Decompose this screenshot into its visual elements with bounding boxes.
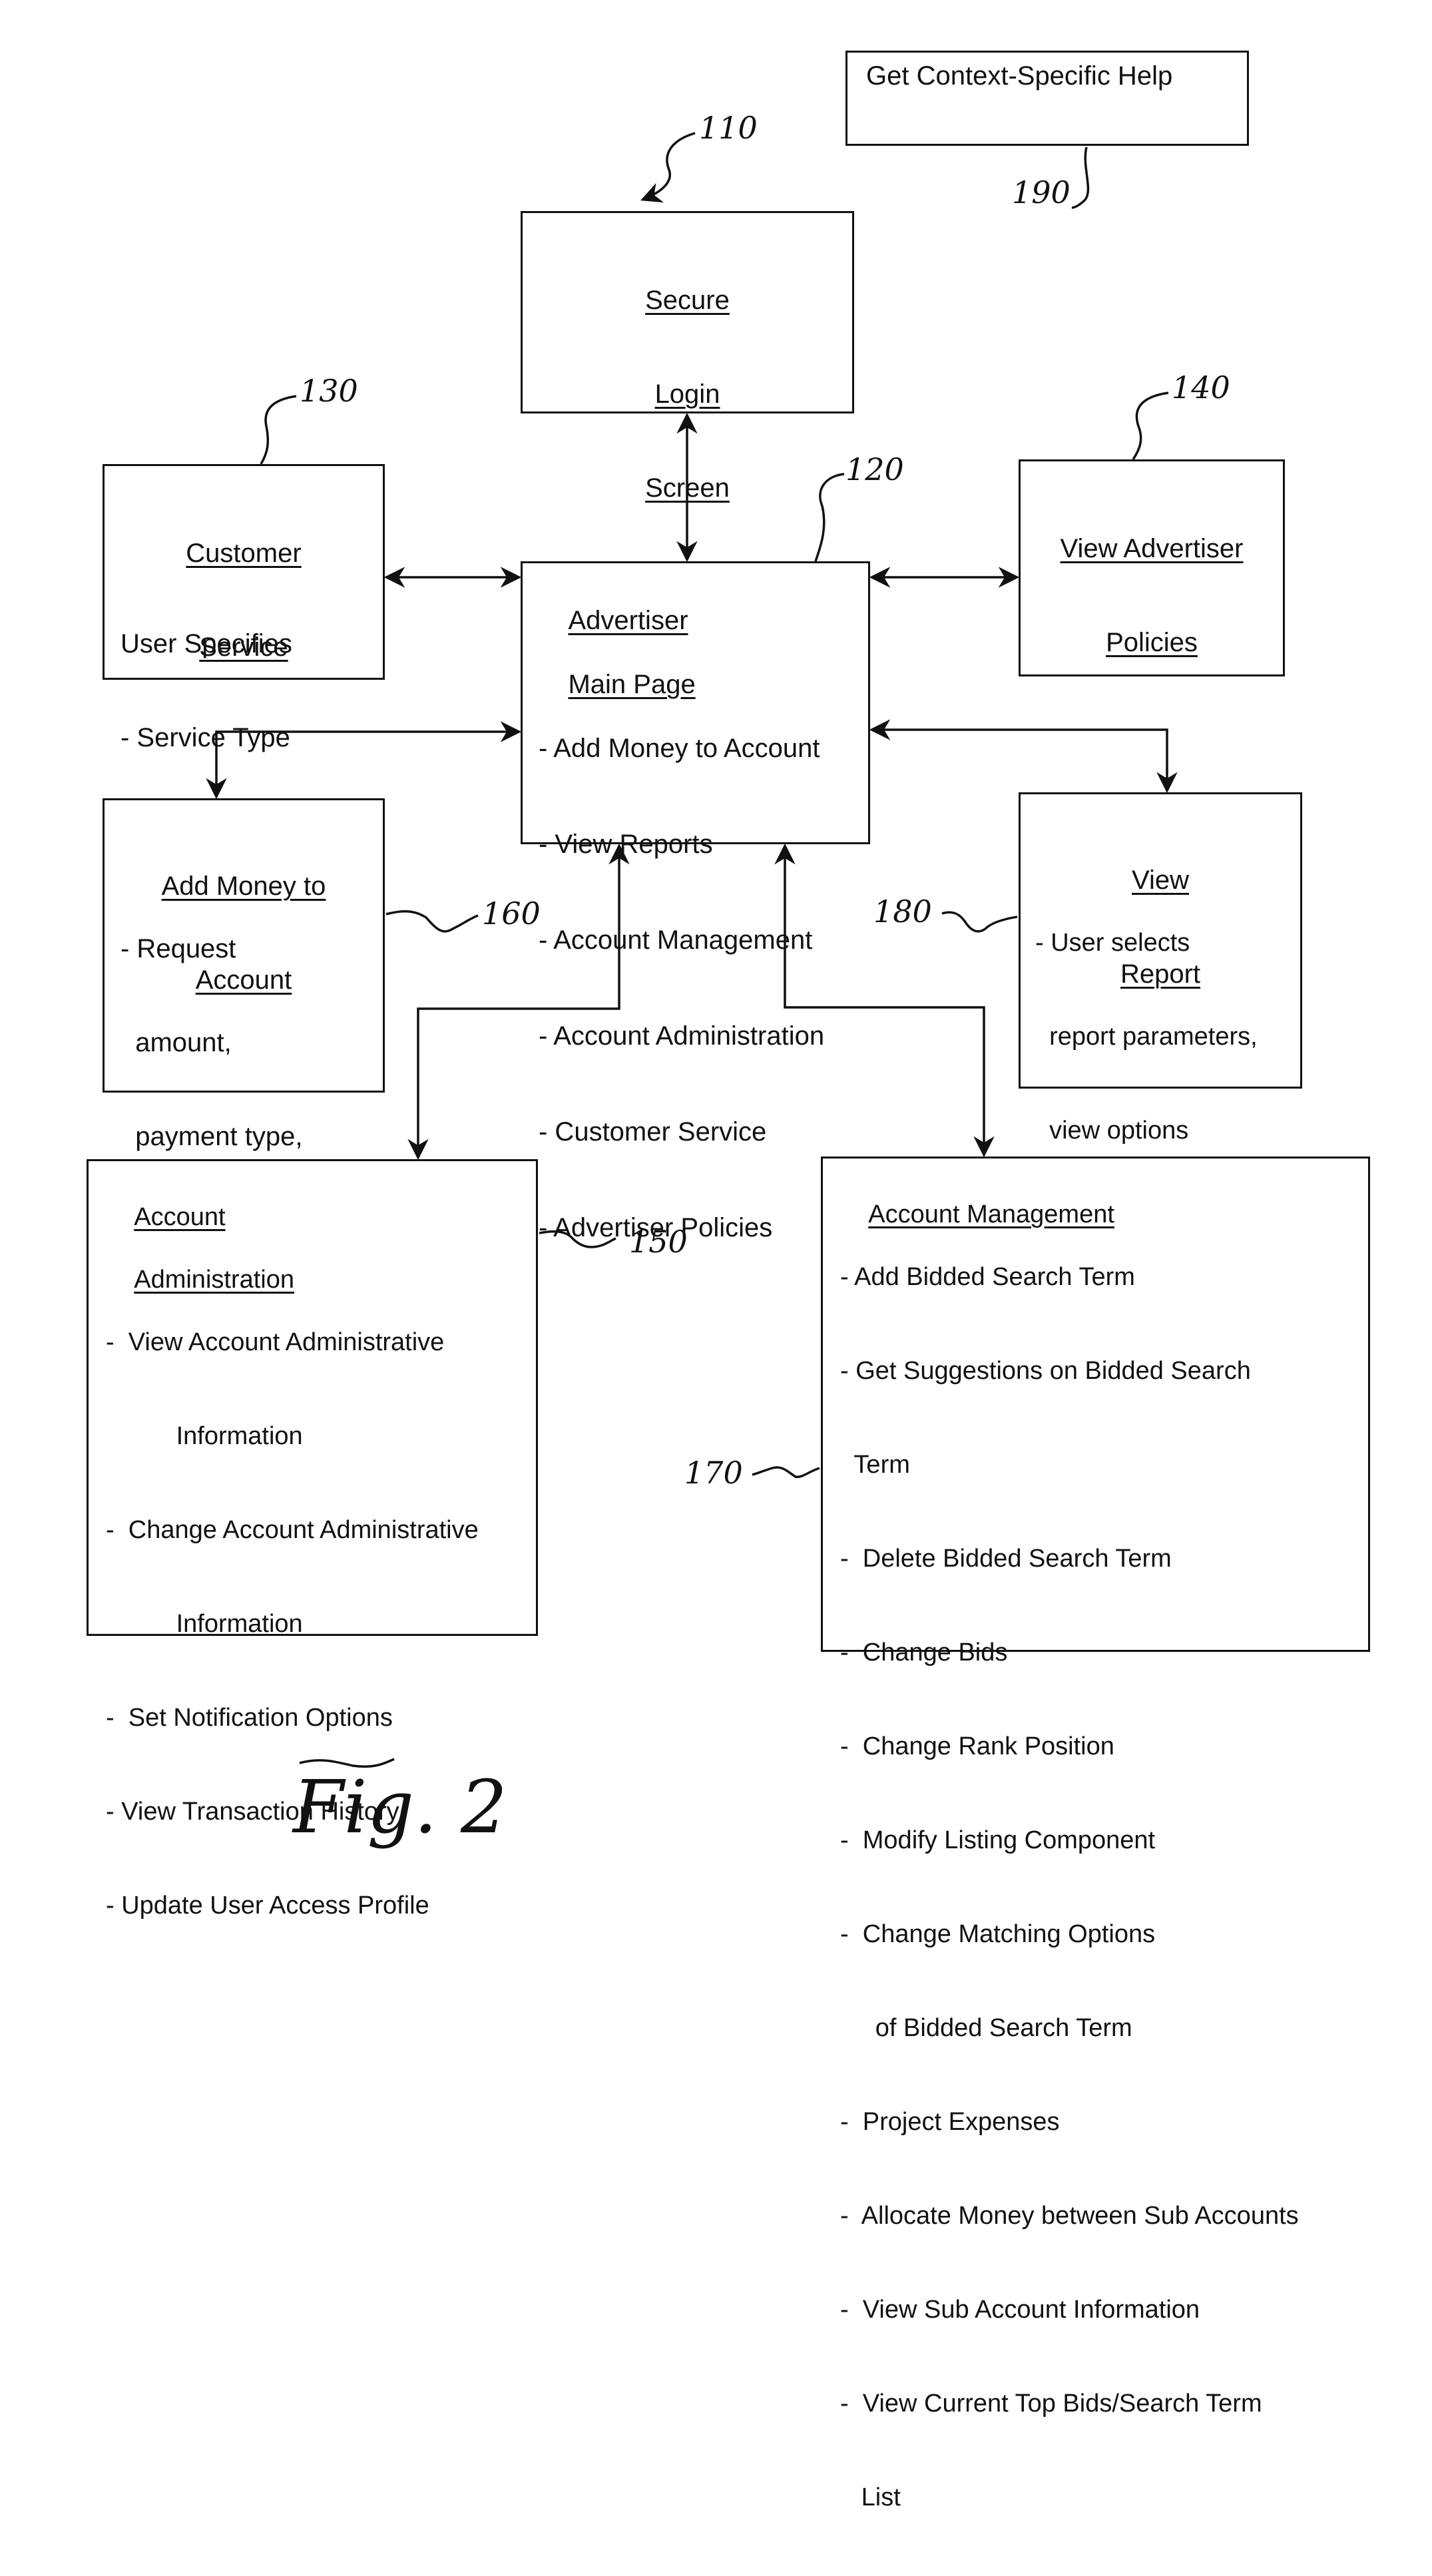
account-admin-title-line: Administration (134, 1266, 294, 1294)
account-mgmt-item: List (840, 2483, 901, 2511)
account-mgmt-item[interactable]: - Change Matching Options (840, 1919, 1299, 1950)
help-text: Get Context-Specific Help (866, 61, 1173, 91)
add-money-line: amount, (120, 1028, 232, 1057)
main-menu-item-customer-service[interactable]: - Customer Service (539, 1116, 824, 1148)
account-mgmt-item[interactable]: - Get Suggestions on Bidded Search (840, 1356, 1299, 1387)
leader-180 (941, 911, 1018, 933)
policies-title-line: View Advertiser (1060, 534, 1244, 563)
account-mgmt-item[interactable]: - Delete Bidded Search Term (840, 1543, 1299, 1575)
advertiser-main-page-box[interactable]: Advertiser Main Page - Add Money to Acco… (521, 561, 870, 1242)
leader-160 (385, 909, 479, 933)
ref-140: 140 (1172, 370, 1230, 405)
view-report-line: report parameters, (1035, 1023, 1258, 1051)
ref-160: 160 (482, 896, 541, 931)
customer-service-title-line: Customer (186, 539, 302, 568)
account-admin-item[interactable]: - Change Account Administrative (106, 1515, 479, 1546)
main-title-line: Main Page (568, 670, 696, 699)
customer-service-box[interactable]: Customer Service User Specifies - Servic… (103, 464, 385, 846)
figure-caption: Fig. 2 (293, 1764, 507, 1850)
view-advertiser-policies-box[interactable]: View Advertiser Policies Display Adverti… (1019, 459, 1285, 1024)
view-report-line: - User selects (1035, 929, 1190, 957)
main-title-line: Advertiser (568, 606, 688, 635)
help-box[interactable]: Get Context-Specific Help (845, 51, 1249, 146)
ref-170: 170 (684, 1455, 743, 1491)
account-mgmt-item[interactable]: - Change Rank Position (840, 1731, 1299, 1762)
account-mgmt-item: Term (840, 1451, 910, 1479)
view-report-line: view options (1035, 1117, 1189, 1145)
account-administration-box[interactable]: Account Administration - View Account Ad… (87, 1159, 538, 1920)
add-money-line: - Request (120, 934, 236, 963)
leader-170 (752, 1466, 820, 1478)
account-admin-item[interactable]: - Update User Access Profile (106, 1890, 479, 1922)
add-money-line: payment type, (120, 1122, 303, 1151)
login-title-line: Screen (645, 473, 730, 503)
account-mgmt-item[interactable]: - View Current Top Bids/Search Term (840, 2388, 1299, 2420)
account-admin-item: Information (106, 1422, 303, 1450)
customer-service-line: - Service Type (120, 723, 290, 752)
account-admin-title-line: Account (134, 1203, 226, 1231)
account-mgmt-item[interactable]: - View Sub Account Information (840, 2294, 1299, 2326)
account-admin-item: Information (106, 1610, 303, 1638)
secure-login-box[interactable]: Secure Login Screen Request User Name & … (521, 211, 854, 690)
customer-service-line: User Specifies (120, 629, 292, 658)
policies-title-line: Policies (1106, 628, 1198, 657)
login-title-line: Login (654, 380, 720, 409)
account-mgmt-title-line: Account Management (868, 1200, 1114, 1228)
account-mgmt-body: Account Management - Add Bidded Search T… (840, 1168, 1299, 2576)
account-admin-body: Account Administration - View Account Ad… (106, 1170, 479, 1984)
ref-150: 150 (629, 1224, 688, 1260)
account-mgmt-item[interactable]: - Allocate Money between Sub Accounts (840, 2200, 1299, 2232)
account-mgmt-item[interactable]: - Project Expenses (840, 2107, 1299, 2138)
leader-110 (640, 132, 696, 203)
account-mgmt-item[interactable]: - Add Bidded Search Term (840, 1262, 1299, 1293)
leader-140 (1132, 391, 1169, 460)
main-menu-item-view-reports[interactable]: - View Reports (539, 828, 824, 860)
login-title-line: Secure (645, 286, 730, 315)
account-mgmt-item: of Bidded Search Term (840, 2014, 1132, 2042)
leader-130 (260, 395, 297, 465)
main-menu-item-account-management[interactable]: - Account Management (539, 924, 824, 956)
main-body: Advertiser Main Page - Add Money to Acco… (539, 573, 824, 1308)
ref-120: 120 (845, 451, 904, 487)
ref-130: 130 (300, 373, 358, 409)
account-mgmt-item[interactable]: - Modify Listing Component (840, 1825, 1299, 1856)
add-money-box[interactable]: Add Money to Account - Request amount, p… (103, 798, 385, 1433)
main-menu-item-add-money[interactable]: - Add Money to Account (539, 732, 824, 764)
account-admin-item[interactable]: - View Account Administrative (106, 1327, 479, 1358)
account-mgmt-item[interactable]: - Change Bids (840, 1637, 1299, 1669)
leader-190 (1071, 146, 1090, 209)
view-report-box[interactable]: View Report - User selects report parame… (1019, 792, 1302, 1238)
ref-190: 190 (1012, 174, 1071, 210)
account-management-box[interactable]: Account Management - Add Bidded Search T… (821, 1157, 1370, 2511)
ref-180: 180 (873, 894, 932, 929)
account-admin-item[interactable]: - Set Notification Options (106, 1702, 479, 1734)
main-menu-item-account-administration[interactable]: - Account Administration (539, 1020, 824, 1052)
ref-110: 110 (699, 110, 758, 146)
